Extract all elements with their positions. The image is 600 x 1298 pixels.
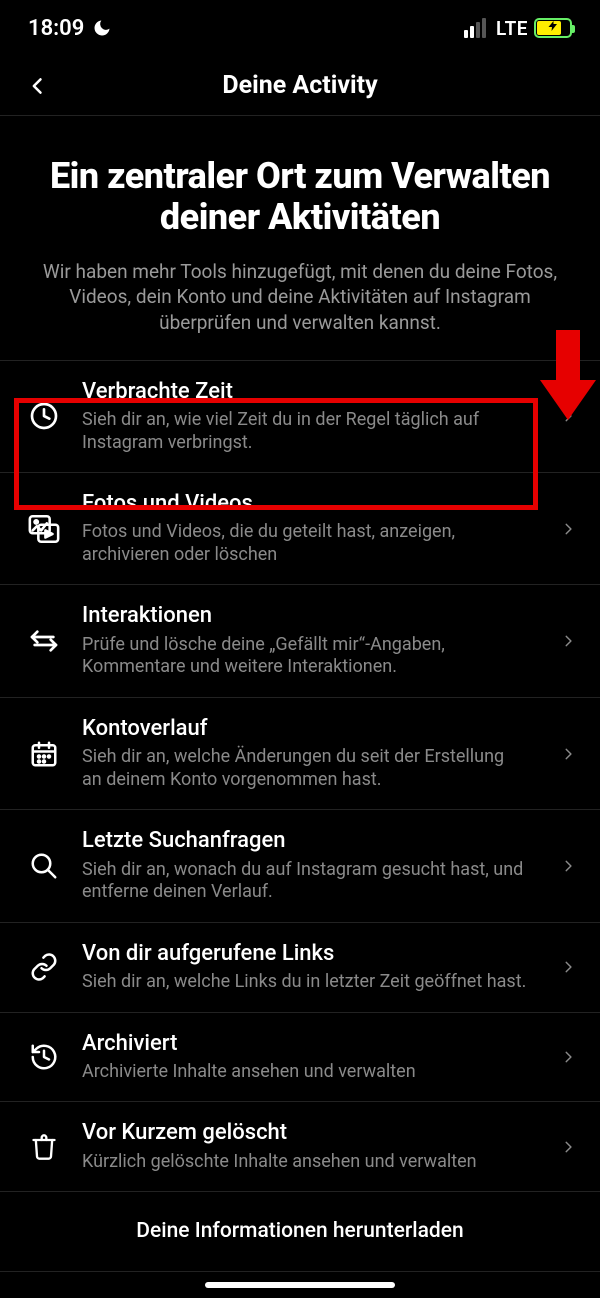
header-title: Ein zentraler Ort zum Verwalten deiner A… — [30, 156, 570, 239]
search-icon — [24, 851, 64, 881]
row-download-info[interactable]: Deine Informationen herunterladen — [0, 1192, 600, 1272]
header-subtitle: Wir haben mehr Tools hinzugefügt, mit de… — [30, 259, 570, 336]
home-indicator[interactable] — [205, 1282, 395, 1288]
status-time: 18:09 — [28, 16, 84, 41]
swap-arrows-icon — [24, 625, 64, 657]
back-button[interactable] — [18, 66, 58, 106]
row-desc: Sieh dir an, welche Links du in letzter … — [82, 971, 528, 994]
chevron-right-icon — [556, 1046, 580, 1068]
chevron-right-icon — [556, 405, 580, 427]
media-icon — [24, 512, 64, 546]
chevron-right-icon — [556, 956, 580, 978]
row-text: Von dir aufgerufene Links Sieh dir an, w… — [82, 941, 538, 994]
row-title: Von dir aufgerufene Links — [82, 941, 528, 967]
activity-list: Verbrachte Zeit Sieh dir an, wie viel Ze… — [0, 360, 600, 1273]
chevron-right-icon — [556, 855, 580, 877]
network-type-label: LTE — [496, 17, 528, 40]
row-title: Archiviert — [82, 1031, 528, 1057]
row-time-spent[interactable]: Verbrachte Zeit Sieh dir an, wie viel Ze… — [0, 361, 600, 473]
row-text: Kontoverlauf Sieh dir an, welche Änderun… — [82, 716, 538, 791]
row-text: Letzte Suchanfragen Sieh dir an, wonach … — [82, 828, 538, 903]
chevron-right-icon — [556, 1136, 580, 1158]
row-desc: Archivierte Inhalte ansehen und verwalte… — [82, 1061, 528, 1084]
row-text: Fotos und Videos Fotos und Videos, die d… — [82, 491, 538, 566]
row-desc: Sieh dir an, welche Änderungen du seit d… — [82, 746, 528, 791]
archive-history-icon — [24, 1042, 64, 1072]
page-header: Ein zentraler Ort zum Verwalten deiner A… — [0, 116, 600, 360]
chevron-right-icon — [556, 630, 580, 652]
row-desc: Sieh dir an, wie viel Zeit du in der Reg… — [82, 409, 528, 454]
row-title: Verbrachte Zeit — [82, 379, 528, 405]
trash-icon — [24, 1132, 64, 1162]
chevron-right-icon — [556, 743, 580, 765]
row-account-history[interactable]: Kontoverlauf Sieh dir an, welche Änderun… — [0, 698, 600, 810]
row-title: Vor Kurzem gelöscht — [82, 1120, 528, 1146]
row-text: Interaktionen Prüfe und lösche deine „Ge… — [82, 603, 538, 678]
calendar-icon — [24, 739, 64, 769]
row-text: Verbrachte Zeit Sieh dir an, wie viel Ze… — [82, 379, 538, 454]
row-interactions[interactable]: Interaktionen Prüfe und lösche deine „Ge… — [0, 585, 600, 697]
row-links-visited[interactable]: Von dir aufgerufene Links Sieh dir an, w… — [0, 923, 600, 1013]
row-title: Interaktionen — [82, 603, 528, 629]
chevron-left-icon — [28, 70, 48, 102]
row-photos-videos[interactable]: Fotos und Videos Fotos und Videos, die d… — [0, 473, 600, 585]
cellular-signal-icon — [464, 18, 486, 38]
row-title: Letzte Suchanfragen — [82, 828, 528, 854]
row-desc: Kürzlich gelöschte Inhalte ansehen und v… — [82, 1151, 528, 1174]
download-info-label: Deine Informationen herunterladen — [136, 1219, 463, 1244]
row-desc: Fotos und Videos, die du geteilt hast, a… — [82, 521, 528, 566]
chevron-right-icon — [556, 518, 580, 540]
row-recent-searches[interactable]: Letzte Suchanfragen Sieh dir an, wonach … — [0, 810, 600, 922]
row-desc: Sieh dir an, wonach du auf Instagram ges… — [82, 859, 528, 904]
battery-charging-icon — [534, 18, 572, 38]
do-not-disturb-icon — [92, 18, 112, 38]
navigation-bar: Deine Activity — [0, 56, 600, 116]
clock-icon — [24, 400, 64, 432]
row-title: Fotos und Videos — [82, 491, 528, 517]
status-bar: 18:09 LTE — [0, 0, 600, 56]
link-icon — [24, 952, 64, 982]
row-title: Kontoverlauf — [82, 716, 528, 742]
row-archived[interactable]: Archiviert Archivierte Inhalte ansehen u… — [0, 1013, 600, 1103]
page-title: Deine Activity — [222, 71, 377, 100]
row-desc: Prüfe und lösche deine „Gefällt mir“-Ang… — [82, 634, 528, 679]
row-recently-deleted[interactable]: Vor Kurzem gelöscht Kürzlich gelöschte I… — [0, 1102, 600, 1192]
row-text: Vor Kurzem gelöscht Kürzlich gelöschte I… — [82, 1120, 538, 1173]
row-text: Archiviert Archivierte Inhalte ansehen u… — [82, 1031, 538, 1084]
